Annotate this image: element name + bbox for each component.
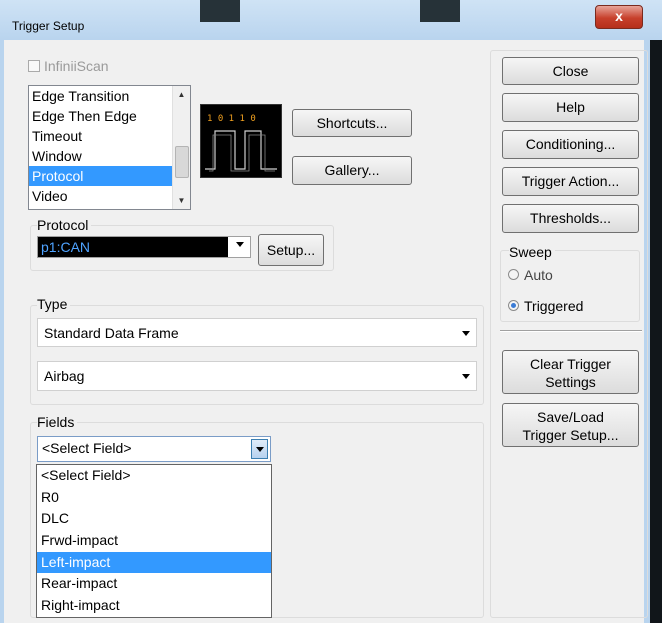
list-item-protocol[interactable]: Protocol (29, 166, 173, 186)
option-dlc[interactable]: DLC (37, 508, 271, 530)
option-left-impact[interactable]: Left-impact (37, 551, 271, 574)
window-close-button[interactable]: x (595, 5, 643, 29)
clear-trigger-label-line1: Clear Trigger (530, 356, 611, 372)
checkbox-icon (28, 60, 40, 72)
fields-select[interactable]: <Select Field> (37, 436, 271, 462)
protocol-select[interactable]: p1:CAN (37, 236, 251, 258)
save-load-trigger-setup-button[interactable]: Save/Load Trigger Setup... (502, 403, 639, 447)
clear-trigger-label-line2: Settings (545, 374, 596, 390)
protocol-group-label: Protocol (37, 217, 92, 233)
list-item-edge-then-edge[interactable]: Edge Then Edge (29, 106, 173, 126)
frame-type-value: Standard Data Frame (44, 325, 179, 341)
trigger-action-button[interactable]: Trigger Action... (502, 167, 639, 196)
save-load-label-line1: Save/Load (537, 409, 604, 425)
help-button[interactable]: Help (502, 93, 639, 122)
fields-value: <Select Field> (42, 440, 132, 456)
save-load-label-line2: Trigger Setup... (522, 427, 619, 443)
option-r0[interactable]: R0 (37, 487, 271, 509)
shortcuts-button[interactable]: Shortcuts... (292, 109, 412, 137)
radio-selected-icon (508, 300, 519, 311)
list-scrollbar[interactable]: ▲ ▼ (172, 86, 190, 209)
waveform-icon: 1 0 1 1 0 (205, 114, 277, 172)
window-title: Trigger Setup (12, 19, 85, 33)
thresholds-button[interactable]: Thresholds... (502, 204, 639, 233)
protocol-waveform-preview: 1 0 1 1 0 (200, 104, 282, 178)
protocol-value: p1:CAN (38, 237, 228, 257)
message-select[interactable]: Airbag (37, 361, 477, 391)
option-select-field[interactable]: <Select Field> (37, 465, 271, 487)
conditioning-button[interactable]: Conditioning... (502, 130, 639, 159)
close-button[interactable]: Close (502, 57, 639, 85)
gallery-button[interactable]: Gallery... (292, 156, 412, 185)
option-right-impact[interactable]: Right-impact (37, 595, 271, 617)
scroll-up-icon[interactable]: ▲ (173, 86, 190, 103)
side-separator (500, 330, 642, 332)
option-frwd-impact[interactable]: Frwd-impact (37, 530, 271, 552)
background-app-fragment (420, 0, 460, 22)
type-group-label: Type (37, 296, 71, 312)
background-app-fragment (650, 40, 662, 623)
sweep-triggered-radio[interactable]: Triggered (508, 298, 583, 314)
close-icon: x (615, 8, 623, 24)
chevron-down-icon (236, 242, 244, 247)
fields-group-label: Fields (37, 414, 78, 430)
fields-dropdown-list[interactable]: <Select Field> R0 DLC Frwd-impact Left-i… (36, 464, 272, 618)
message-value: Airbag (44, 368, 85, 384)
infiniiscan-label: InfiniiScan (44, 58, 109, 74)
title-bar: Trigger Setup x (0, 0, 662, 41)
preview-bits: 1 0 1 1 0 (207, 114, 256, 124)
sweep-auto-radio[interactable]: Auto (508, 267, 553, 283)
clear-trigger-settings-button[interactable]: Clear Trigger Settings (502, 350, 639, 394)
radio-icon (508, 269, 519, 280)
list-item-window[interactable]: Window (29, 146, 173, 166)
sweep-auto-label: Auto (524, 267, 553, 283)
trigger-type-list[interactable]: Edge Transition Edge Then Edge Timeout W… (28, 85, 191, 210)
option-rear-impact[interactable]: Rear-impact (37, 573, 271, 595)
dropdown-button[interactable] (251, 439, 268, 459)
frame-type-select[interactable]: Standard Data Frame (37, 318, 477, 347)
chevron-down-icon (256, 447, 264, 452)
list-item-timeout[interactable]: Timeout (29, 126, 173, 146)
scroll-down-icon[interactable]: ▼ (173, 192, 190, 209)
background-app-fragment (200, 0, 240, 22)
infiniiscan-checkbox[interactable]: InfiniiScan (28, 58, 109, 74)
list-item-edge-transition[interactable]: Edge Transition (29, 86, 173, 106)
list-item-video[interactable]: Video (29, 186, 173, 206)
chevron-down-icon (462, 331, 470, 336)
sweep-triggered-label: Triggered (524, 298, 584, 314)
protocol-setup-button[interactable]: Setup... (258, 234, 324, 266)
sweep-group-label: Sweep (509, 244, 555, 260)
chevron-down-icon (462, 374, 470, 379)
scroll-thumb[interactable] (175, 146, 189, 178)
